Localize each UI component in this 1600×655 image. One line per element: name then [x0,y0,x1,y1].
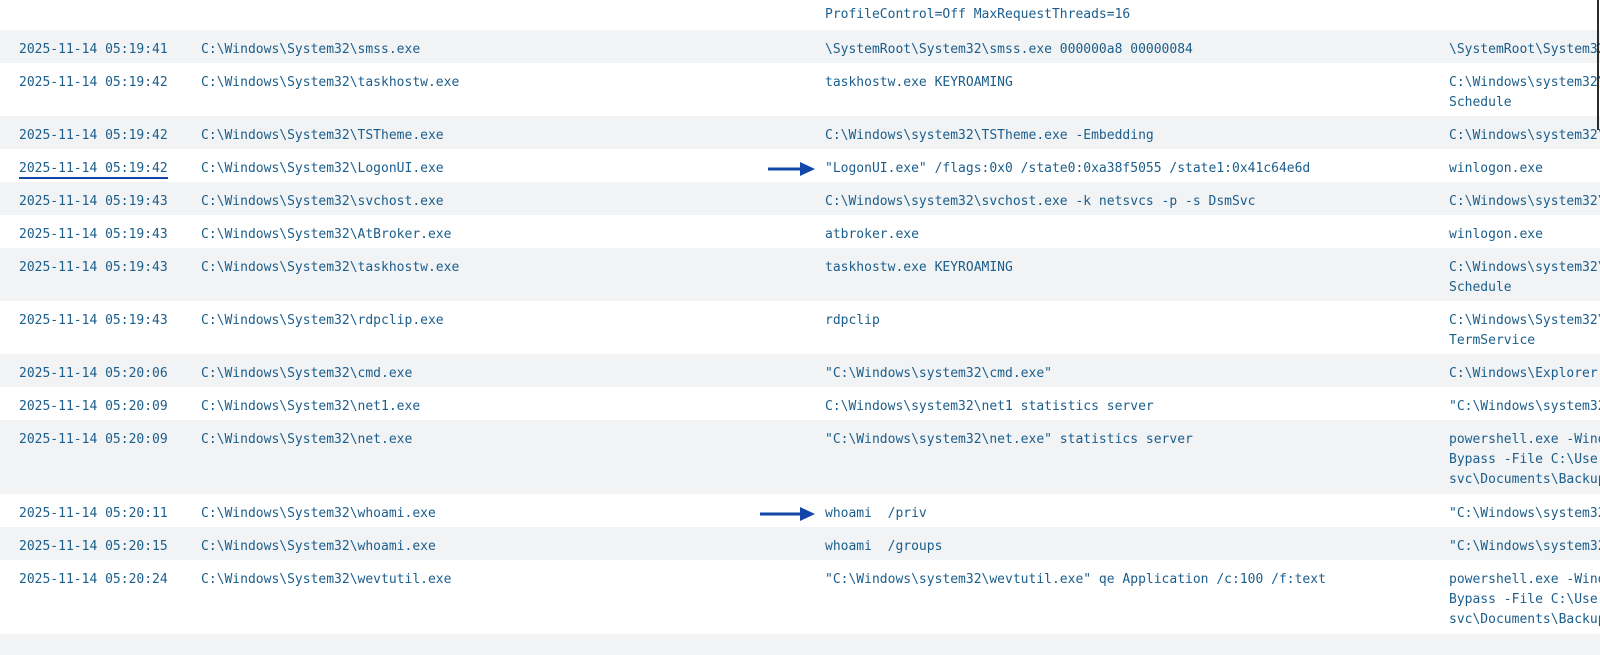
parent-command-cell: "C:\Windows\system32\ [1449,506,1600,521]
image-path-cell: C:\Windows\System32\TSTheme.exe [201,128,444,143]
table-row[interactable]: 2025-11-14 05:19:43 C:\Windows\System32\… [0,248,1600,301]
command-line-cell: "LogonUI.exe" /flags:0x0 /state0:0xa38f5… [825,161,1311,176]
image-path-cell: C:\Windows\System32\rdpclip.exe [201,313,444,328]
command-line-cell: "C:\Windows\system32\cmd.exe" [825,366,1052,381]
command-line-cell: C:\Windows\system32\svchost.exe -k netsv… [825,194,1256,209]
parent-command-cell: C:\Windows\system32\s Schedule [1449,75,1600,110]
parent-command-cell: C:\Windows\Explorer.E [1449,366,1600,381]
table-row-partial [0,634,1600,655]
table-row[interactable]: 2025-11-14 05:19:43 C:\Windows\System32\… [0,301,1600,354]
table-row[interactable]: 2025-11-14 05:20:09 C:\Windows\System32\… [0,420,1600,494]
arrow-right-icon [768,161,816,177]
parent-command-cell: \SystemRoot\System32\ [1449,42,1600,57]
parent-command-cell: C:\Windows\system32\s [1449,194,1600,209]
command-line-cell: taskhostw.exe KEYROAMING [825,260,1013,275]
image-path-cell: C:\Windows\System32\whoami.exe [201,539,436,554]
table-row[interactable]: 2025-11-14 05:19:43 C:\Windows\System32\… [0,182,1600,215]
event-time: 2025-11-14 05:20:09 [19,399,168,414]
event-time: 2025-11-14 05:19:43 [19,194,168,209]
table-row[interactable]: 2025-11-14 05:20:15 C:\Windows\System32\… [0,527,1600,560]
table-row[interactable]: 2025-11-14 05:19:41 C:\Windows\System32\… [0,30,1600,63]
table-row-partial: ProfileControl=Off MaxRequestThreads=16 [0,0,1600,30]
event-time: 2025-11-14 05:19:43 [19,313,168,328]
command-line-cell: rdpclip [825,313,880,328]
event-time: 2025-11-14 05:19:41 [19,42,168,57]
image-path-cell: C:\Windows\System32\net1.exe [201,399,421,414]
parent-command-cell: "C:\Windows\system32\ [1449,399,1600,414]
parent-command-cell: winlogon.exe [1449,227,1543,242]
image-path-cell: C:\Windows\System32\taskhostw.exe [201,75,460,90]
parent-command-cell: C:\Windows\system32\s [1449,128,1600,143]
image-path-cell: C:\Windows\System32\whoami.exe [201,506,436,521]
table-row[interactable]: 2025-11-14 05:19:42 C:\Windows\System32\… [0,63,1600,116]
command-line-cell: taskhostw.exe KEYROAMING [825,75,1013,90]
image-path-cell: C:\Windows\System32\taskhostw.exe [201,260,460,275]
image-path-cell: C:\Windows\System32\wevtutil.exe [201,572,452,587]
event-time: 2025-11-14 05:20:15 [19,539,168,554]
event-time: 2025-11-14 05:20:06 [19,366,168,381]
table-row[interactable]: 2025-11-14 05:19:42 C:\Windows\System32\… [0,116,1600,149]
vertical-scrollbar[interactable] [1596,0,1600,130]
parent-command-cell: powershell.exe -Windo Bypass -File C:\Us… [1449,432,1600,487]
event-time: 2025-11-14 05:20:24 [19,572,168,587]
image-path-cell: C:\Windows\System32\smss.exe [201,42,421,57]
command-line-cell: C:\Windows\system32\net1 statistics serv… [825,399,1154,414]
table-row[interactable]: 2025-11-14 05:20:06 C:\Windows\System32\… [0,354,1600,387]
command-line-cell: whoami /groups [825,539,943,554]
scrollbar-thumb[interactable] [1597,0,1599,130]
event-time: 2025-11-14 05:20:11 [19,506,168,521]
image-path-cell: C:\Windows\System32\net.exe [201,432,413,447]
command-line-cell: C:\Windows\system32\TSTheme.exe -Embeddi… [825,128,1154,143]
event-time-link[interactable]: 2025-11-14 05:19:42 [19,159,179,179]
arrow-right-icon [760,506,816,522]
parent-command-cell: C:\Windows\system32\s Schedule [1449,260,1600,295]
command-line-cell: "C:\Windows\system32\net.exe" statistics… [825,432,1193,447]
parent-command-cell: winlogon.exe [1449,161,1543,176]
command-line-cell: \SystemRoot\System32\smss.exe 000000a8 0… [825,42,1193,57]
table-row-highlighted[interactable]: 2025-11-14 05:19:42 C:\Windows\System32\… [0,149,1600,182]
command-line-cell: atbroker.exe [825,227,919,242]
table-row[interactable]: 2025-11-14 05:20:09 C:\Windows\System32\… [0,387,1600,420]
event-time: 2025-11-14 05:19:43 [19,227,168,242]
event-time-text: 2025-11-14 05:19:42 [19,161,168,179]
table-row[interactable]: 2025-11-14 05:19:43 C:\Windows\System32\… [0,215,1600,248]
parent-command-cell: "C:\Windows\system32\ [1449,539,1600,554]
process-events-table: ProfileControl=Off MaxRequestThreads=16 … [0,0,1600,655]
event-time: 2025-11-14 05:19:42 [19,128,168,143]
command-line-cell: whoami /priv [825,506,927,521]
event-time: 2025-11-14 05:19:43 [19,260,168,275]
image-path-cell: C:\Windows\System32\LogonUI.exe [201,161,444,176]
table-row[interactable]: 2025-11-14 05:20:24 C:\Windows\System32\… [0,560,1600,634]
image-path-cell: C:\Windows\System32\AtBroker.exe [201,227,452,242]
command-line-cell: "C:\Windows\system32\wevtutil.exe" qe Ap… [825,572,1326,587]
image-path-cell: C:\Windows\System32\cmd.exe [201,366,413,381]
parent-command-cell: powershell.exe -Windo Bypass -File C:\Us… [1449,572,1600,627]
event-time: 2025-11-14 05:20:09 [19,432,168,447]
event-time: 2025-11-14 05:19:42 [19,75,168,90]
table-row[interactable]: 2025-11-14 05:20:11 C:\Windows\System32\… [0,494,1600,527]
image-path-cell: C:\Windows\System32\svchost.exe [201,194,444,209]
command-line-cell: ProfileControl=Off MaxRequestThreads=16 [825,7,1131,22]
parent-command-cell: C:\Windows\System32\s TermService [1449,313,1600,348]
